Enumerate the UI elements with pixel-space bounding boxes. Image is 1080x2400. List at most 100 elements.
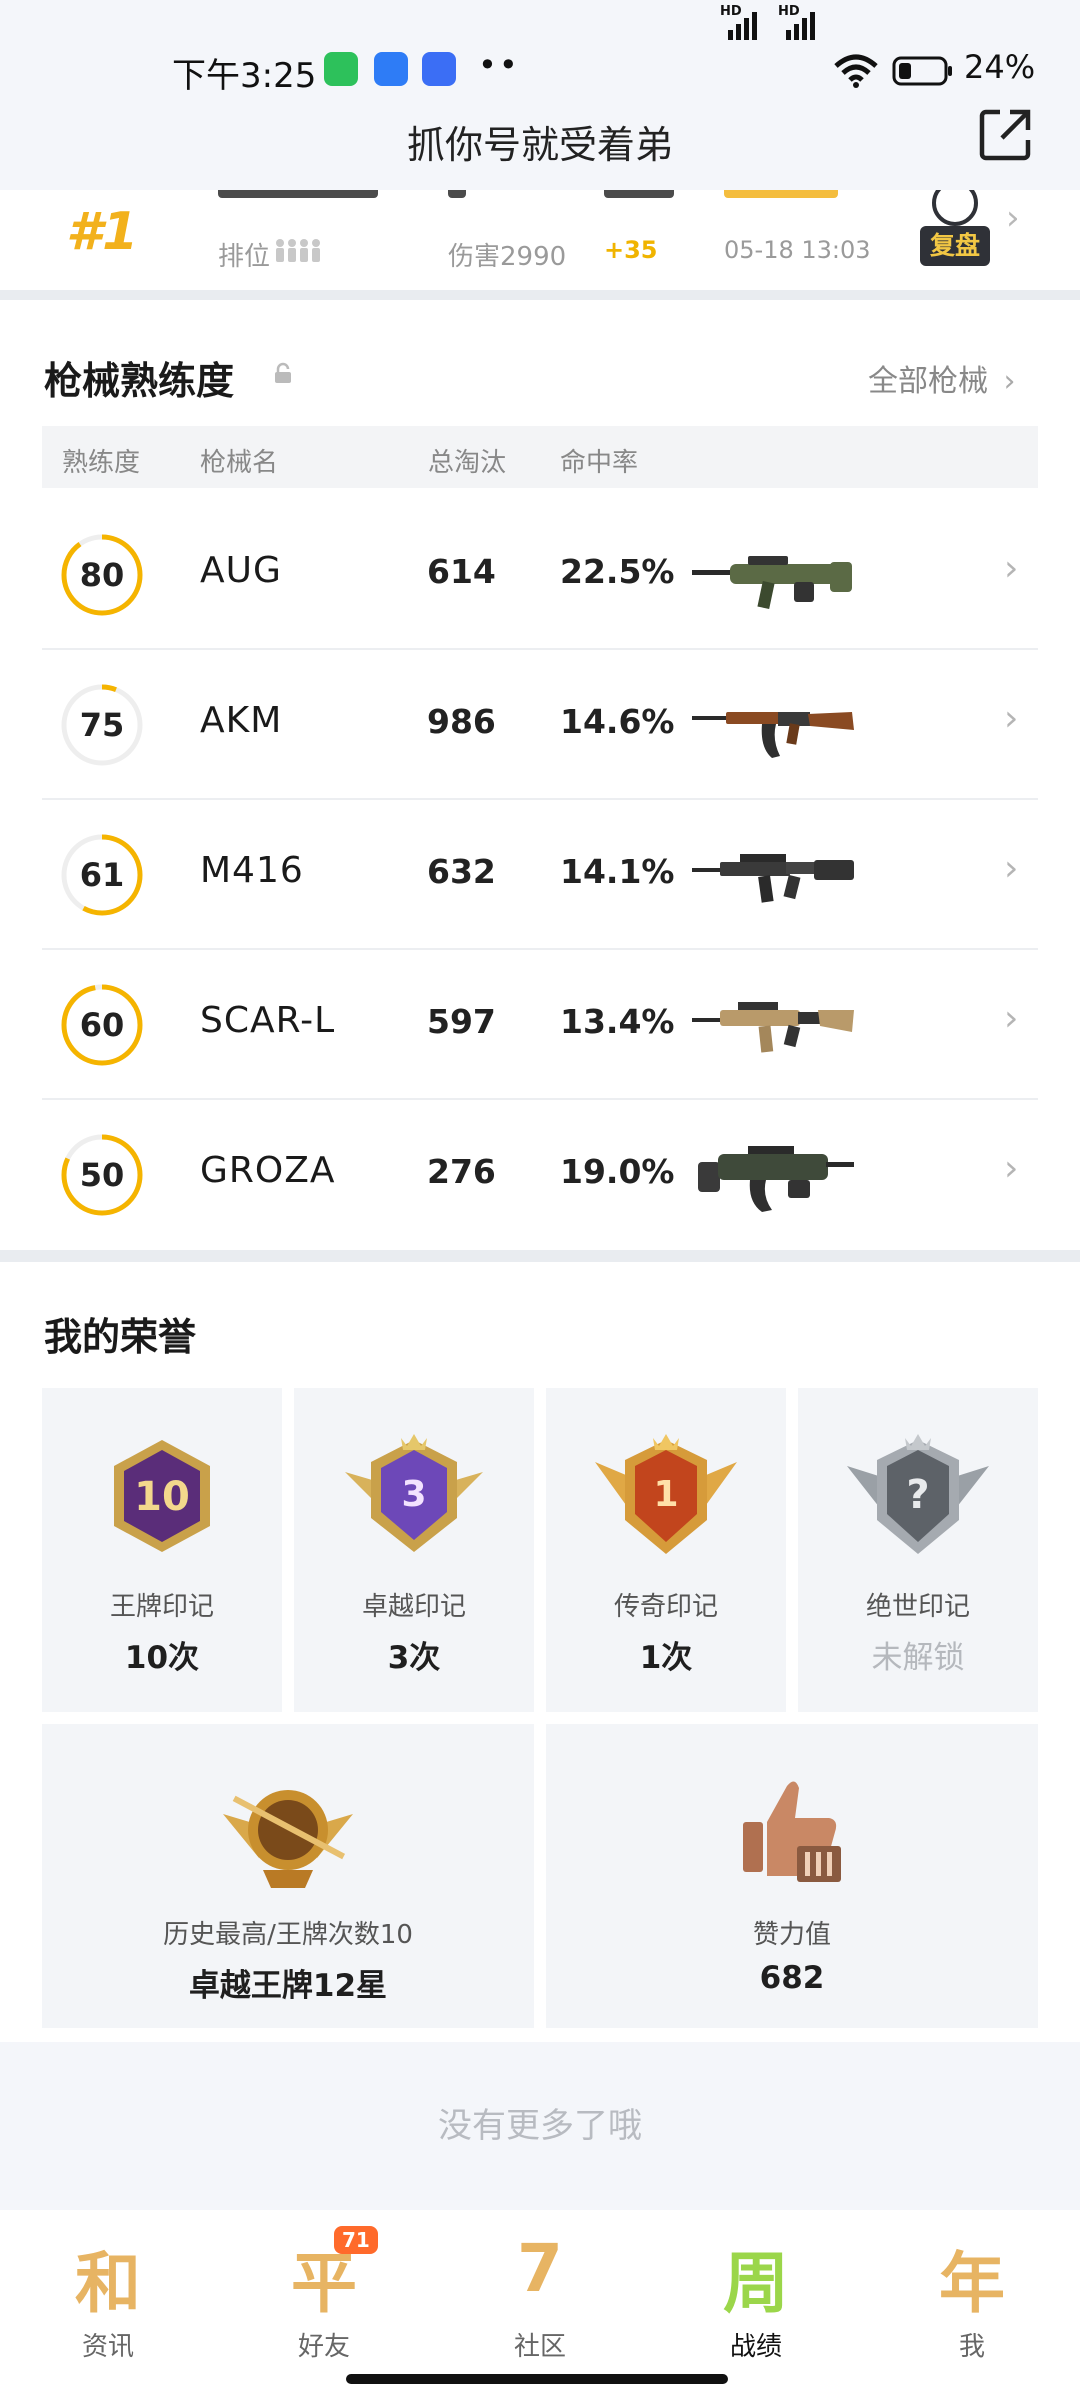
lock-icon[interactable] xyxy=(272,362,294,384)
weapon-name: M416 xyxy=(200,850,304,891)
honor-card-peerless[interactable]: ? 绝世印记 未解锁 xyxy=(798,1388,1038,1712)
weapon-kills: 632 xyxy=(427,852,496,891)
aug-rifle-icon xyxy=(692,556,852,609)
weapon-kills: 276 xyxy=(427,1152,496,1191)
proficiency-value: 50 xyxy=(79,1156,125,1194)
honor-label: 历史最高/王牌次数10 xyxy=(163,1920,413,1950)
home-indicator[interactable] xyxy=(346,2374,728,2384)
more-notifications-icon: •• xyxy=(478,46,520,84)
honor-card-highest-rank[interactable]: 历史最高/王牌次数10 卓越王牌12星 xyxy=(42,1724,534,2028)
header-accuracy: 命中率 xyxy=(560,448,639,478)
chevron-right-icon: › xyxy=(1004,998,1019,1039)
news-icon: 和 xyxy=(75,2245,141,2322)
app-notification-icon xyxy=(422,52,456,86)
proficiency-value: 80 xyxy=(79,556,125,594)
header-weapon-name: 枪械名 xyxy=(200,448,279,478)
nav-label: 好友 xyxy=(297,2332,350,2362)
table-header: 熟练度 枪械名 总淘汰 命中率 xyxy=(42,426,1038,488)
weapon-name: AKM xyxy=(200,700,283,741)
weapon-row[interactable]: 75 AKM 986 14.6% › xyxy=(42,650,1038,800)
match-mode: 排位 xyxy=(218,242,271,272)
legend-emblem-icon: 1 xyxy=(595,1434,737,1554)
honor-count: 1次 xyxy=(639,1640,693,1676)
squad-icon xyxy=(276,239,320,262)
battery-icon xyxy=(892,56,952,86)
weapon-kills: 614 xyxy=(427,552,496,591)
title-bar: 抓你号就受着弟 xyxy=(0,100,1080,190)
status-time: 下午3:25 xyxy=(172,56,317,96)
chevron-right-icon: › xyxy=(1004,848,1019,889)
share-icon[interactable] xyxy=(978,106,1034,162)
m416-rifle-icon xyxy=(692,854,854,903)
peerless-emblem-locked-icon: ? xyxy=(847,1434,989,1554)
wechat-icon xyxy=(324,52,358,86)
honor-count: 未解锁 xyxy=(871,1640,965,1676)
weapon-accuracy: 19.0% xyxy=(560,1152,675,1191)
rank-badge: #1 xyxy=(66,202,139,262)
chevron-right-icon: › xyxy=(1004,1148,1019,1189)
thumbs-up-icon xyxy=(743,1781,841,1882)
app-notification-icon xyxy=(374,52,408,86)
signal-icon: HD xyxy=(778,4,822,40)
battery-percent: 24% xyxy=(964,48,1036,86)
me-icon: 年 xyxy=(939,2245,1005,2322)
weapon-row[interactable]: 50 GROZA 276 19.0% › xyxy=(42,1100,1038,1250)
nav-item-friends[interactable]: 平 71 好友 xyxy=(216,2226,432,2370)
weapon-accuracy: 13.4% xyxy=(560,1002,675,1041)
signal-icon: HD xyxy=(720,4,764,40)
weapon-kills: 986 xyxy=(427,702,496,741)
page-title: 抓你号就受着弟 xyxy=(406,123,673,167)
svg-text:10: 10 xyxy=(134,1474,190,1520)
chevron-right-icon: › xyxy=(1004,698,1019,739)
match-datetime: 05-18 13:03 xyxy=(724,236,871,264)
honor-label: 王牌印记 xyxy=(109,1592,214,1622)
community-icon: 7 xyxy=(517,2230,563,2307)
status-bar: 下午3:25 •• HD HD 24% xyxy=(0,0,1080,110)
header-kills: 总淘汰 xyxy=(428,448,507,478)
excellent-emblem-icon: 3 xyxy=(345,1434,483,1552)
end-of-list-text: 没有更多了哦 xyxy=(438,2106,642,2146)
nav-item-me[interactable]: 年 我 xyxy=(864,2230,1080,2370)
ace-emblem-icon: 10 xyxy=(114,1440,210,1552)
nav-label: 我 xyxy=(958,2332,985,2362)
chevron-right-icon: › xyxy=(1004,548,1019,589)
weapon-accuracy: 14.6% xyxy=(560,702,675,741)
weapon-row[interactable]: 61 M416 632 14.1% › xyxy=(42,800,1038,950)
header-proficiency: 熟练度 xyxy=(62,448,141,478)
bottom-nav: 和 资讯 平 71 好友 7 社区 周 战绩 年 我 xyxy=(0,2210,1080,2400)
scar-l-rifle-icon xyxy=(692,1002,854,1053)
honor-card-likes[interactable]: 赞力值 682 xyxy=(546,1724,1038,2028)
nav-item-stats[interactable]: 周 战绩 xyxy=(648,2230,864,2370)
honor-card-ace[interactable]: 10 王牌印记 10次 xyxy=(42,1388,282,1712)
match-record-row[interactable]: #1 排位 伤害2990 +35 05-18 13:03 复盘 › xyxy=(0,190,1080,290)
svg-text:1: 1 xyxy=(653,1474,678,1515)
honor-card-legend[interactable]: 1 传奇印记 1次 xyxy=(546,1388,786,1712)
match-score-delta: +35 xyxy=(604,236,658,264)
section-title: 我的荣誉 xyxy=(44,1315,197,1359)
honor-label: 卓越印记 xyxy=(361,1592,466,1622)
chevron-right-icon: › xyxy=(1003,364,1016,399)
weapon-proficiency-section: 枪械熟练度 全部枪械 › 熟练度 枪械名 总淘汰 命中率 80 AUG 614 … xyxy=(0,300,1080,1250)
weapon-name: GROZA xyxy=(200,1150,336,1191)
honor-label: 赞力值 xyxy=(752,1920,831,1950)
nav-item-community[interactable]: 7 社区 xyxy=(432,2230,648,2370)
svg-text:3: 3 xyxy=(401,1474,426,1515)
replay-button[interactable]: 复盘 xyxy=(920,226,990,266)
weapon-name: AUG xyxy=(200,550,282,591)
nav-item-news[interactable]: 和 资讯 xyxy=(0,2230,216,2370)
nav-label: 资讯 xyxy=(81,2332,134,2362)
weapon-accuracy: 14.1% xyxy=(560,852,675,891)
honor-card-excellent[interactable]: 3 卓越印记 3次 xyxy=(294,1388,534,1712)
weapon-row[interactable]: 60 SCAR-L 597 13.4% › xyxy=(42,950,1038,1100)
highest-rank-value: 卓越王牌12星 xyxy=(188,1968,388,2004)
all-weapons-link[interactable]: 全部枪械 › xyxy=(868,356,1016,400)
proficiency-value: 75 xyxy=(79,706,125,744)
friends-icon: 平 xyxy=(291,2245,357,2322)
groza-rifle-icon xyxy=(698,1146,854,1212)
highest-rank-emblem-icon xyxy=(223,1790,353,1888)
weapon-name: SCAR-L xyxy=(200,1000,336,1041)
proficiency-value: 60 xyxy=(79,1006,125,1044)
section-title: 枪械熟练度 xyxy=(44,359,235,403)
svg-text:?: ? xyxy=(906,1472,929,1518)
weapon-row[interactable]: 80 AUG 614 22.5% › xyxy=(42,500,1038,650)
